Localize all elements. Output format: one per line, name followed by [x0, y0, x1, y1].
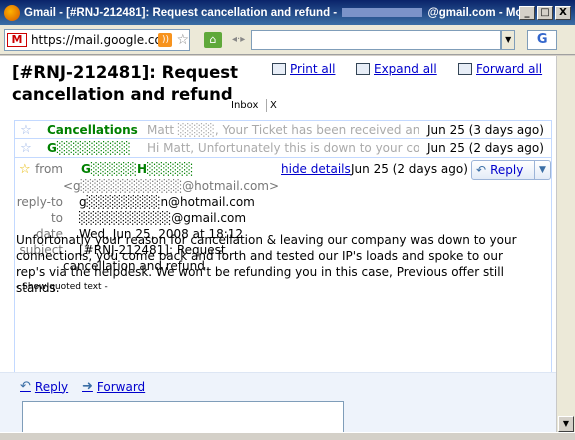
- reply-arrow-icon: ↶: [476, 163, 487, 177]
- replyto-label: reply-to: [16, 195, 63, 209]
- expand-all-button[interactable]: Expand all: [356, 62, 437, 76]
- address-bar[interactable]: M https://mail.google.com/ )) ☆: [4, 28, 190, 51]
- to-value: ░░░░░░░░░░@gmail.com: [79, 211, 247, 225]
- forward-arrow-icon: ➜: [82, 379, 93, 394]
- status-bar: [0, 432, 575, 440]
- to-label: to: [50, 211, 63, 225]
- forward-link-label: Forward: [96, 379, 146, 394]
- navigation-toolbar: M https://mail.google.com/ )) ☆ ⌂ ◂·▸ ▼ …: [0, 25, 575, 55]
- reply-arrow-icon: ↶: [20, 379, 31, 394]
- rss-feed-icon[interactable]: )): [158, 32, 173, 47]
- forward-icon: [458, 63, 472, 75]
- from-name[interactable]: G░░░░░H░░░░░: [81, 162, 193, 176]
- reply-link-label: Reply: [34, 379, 69, 394]
- show-quoted-text-link[interactable]: - Show quoted text -: [16, 282, 108, 292]
- replyto-value: g░░░░░░░░n@hotmail.com: [79, 195, 255, 209]
- window-title-prefix: Gmail - [#RNJ-212481]: Request cancellat…: [24, 6, 338, 19]
- forward-all-button[interactable]: Forward all: [458, 62, 542, 76]
- message-date: Jun 25 (2 days ago): [351, 162, 468, 176]
- search-field[interactable]: [251, 29, 502, 50]
- reply-label: Reply: [490, 163, 524, 177]
- star-icon[interactable]: ☆: [15, 123, 37, 138]
- message-date: Jun 25 (3 days ago): [427, 123, 544, 137]
- sender-name: G░░░░░░░░: [47, 141, 131, 155]
- expand-all-label: Expand all: [374, 62, 437, 76]
- firefox-icon: [4, 4, 20, 21]
- bookmark-star-icon[interactable]: ☆: [176, 32, 189, 48]
- inbox-label[interactable]: Inbox: [228, 99, 262, 112]
- close-button[interactable]: X: [555, 5, 571, 20]
- home-icon[interactable]: ⌂: [204, 31, 222, 48]
- printer-icon: [272, 63, 286, 75]
- print-all-button[interactable]: Print all: [272, 62, 335, 76]
- more-options-icon[interactable]: ▼: [534, 161, 550, 179]
- reply-area: ↶ Reply ➜ Forward: [0, 372, 556, 432]
- remove-label-button[interactable]: X: [266, 99, 280, 112]
- gmail-favicon-icon: M: [7, 32, 27, 47]
- message-snippet: Matt ░░░░, Your Ticket has been received…: [147, 123, 419, 137]
- window-titlebar: Gmail - [#RNJ-212481]: Request cancellat…: [0, 0, 575, 25]
- vertical-scrollbar[interactable]: ▼: [556, 56, 575, 432]
- reply-link[interactable]: ↶ Reply: [20, 379, 68, 394]
- message-subject: [#RNJ-212481]: Request cancellation and …: [12, 63, 238, 104]
- forward-link[interactable]: ➜ Forward: [82, 379, 145, 394]
- google-search-icon[interactable]: G: [527, 29, 558, 50]
- split-arrows-icon[interactable]: ◂·▸: [232, 34, 245, 45]
- gmail-content: [#RNJ-212481]: Request cancellation and …: [0, 56, 556, 432]
- window-title: Gmail - [#RNJ-212481]: Request cancellat…: [24, 7, 519, 19]
- reply-textarea[interactable]: [22, 401, 344, 432]
- expand-icon: [356, 63, 370, 75]
- thread-message-1[interactable]: ☆ Cancellations Matt ░░░░, Your Ticket h…: [14, 120, 552, 139]
- thread-message-2[interactable]: ☆ G░░░░░░░░ Hi Matt, Unfortunately this …: [14, 139, 552, 158]
- scroll-down-button[interactable]: ▼: [558, 416, 574, 432]
- redacted-block: [342, 7, 423, 17]
- from-email: <g░░░░░░░░░░░@hotmail.com>: [63, 179, 280, 193]
- hide-details-link[interactable]: hide details: [281, 162, 351, 176]
- from-label: from: [35, 162, 63, 176]
- sender-name: Cancellations: [47, 123, 138, 137]
- maximize-button[interactable]: □: [537, 5, 553, 20]
- url-text[interactable]: https://mail.google.com/: [31, 33, 159, 47]
- print-all-label: Print all: [290, 62, 336, 76]
- minimize-button[interactable]: _: [519, 5, 535, 20]
- reply-button[interactable]: ↶ Reply ▼: [471, 160, 551, 180]
- message-date: Jun 25 (2 days ago): [427, 141, 544, 155]
- message-snippet: Hi Matt, Unfortunately this is down to y…: [147, 141, 419, 155]
- window-controls: _ □ X: [519, 5, 571, 20]
- window-title-suffix: @gmail.com - Mozil...: [427, 6, 519, 19]
- star-icon[interactable]: ☆: [15, 141, 37, 156]
- search-dropdown-button[interactable]: ▼: [501, 29, 516, 50]
- forward-all-label: Forward all: [476, 62, 543, 76]
